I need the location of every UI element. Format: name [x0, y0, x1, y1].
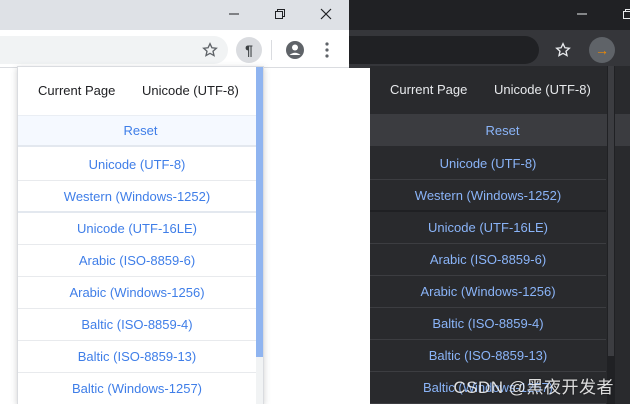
toolbar-divider: [271, 40, 272, 60]
star-icon: [202, 42, 218, 57]
close-window-button[interactable]: [303, 0, 349, 28]
encoding-item[interactable]: Unicode (UTF-8): [370, 148, 606, 180]
encoding-item[interactable]: Arabic (Windows-1256): [370, 276, 606, 308]
minimize-icon: [229, 13, 239, 15]
restore-button[interactable]: [605, 0, 630, 28]
address-bar[interactable]: [0, 36, 228, 64]
title-bar: [0, 0, 349, 30]
restore-button[interactable]: [257, 0, 303, 28]
popup-header: Current Page Unicode (UTF-8): [18, 67, 263, 115]
close-icon: [320, 8, 332, 20]
minimize-button[interactable]: [559, 0, 605, 28]
bookmark-star-button[interactable]: [549, 36, 577, 64]
encoding-item[interactable]: Western (Windows-1252): [370, 180, 606, 212]
encoding-item[interactable]: Arabic (ISO-8859-6): [370, 244, 606, 276]
restore-icon: [275, 9, 285, 19]
restore-icon: [623, 9, 630, 19]
encoding-item[interactable]: Baltic (ISO-8859-13): [18, 341, 256, 373]
popup-scrollbar[interactable]: [607, 66, 615, 404]
more-vert-icon: [325, 42, 329, 58]
minimize-button[interactable]: [211, 0, 257, 28]
title-bar: [349, 0, 630, 30]
encoding-item[interactable]: Baltic (Windows-1257): [18, 373, 256, 404]
dark-theme-browser: → Current Page Unicode (UTF-8) Reset Uni…: [349, 0, 630, 404]
charset-extension-button[interactable]: →: [588, 36, 616, 64]
address-bar[interactable]: [349, 36, 539, 64]
bookmark-star-button[interactable]: [196, 36, 224, 64]
popup-header: Current Page Unicode (UTF-8): [370, 66, 630, 114]
current-encoding-label: Unicode (UTF-8): [494, 82, 591, 97]
watermark-text: CSDN @黑夜开发者: [453, 378, 614, 397]
browser-menu-button[interactable]: [313, 36, 341, 64]
arrow-right-icon: →: [589, 37, 615, 63]
account-icon: [286, 41, 304, 59]
reset-button[interactable]: Reset: [370, 114, 630, 146]
encoding-item[interactable]: Unicode (UTF-16LE): [370, 212, 606, 244]
encoding-item[interactable]: Baltic (ISO-8859-4): [18, 309, 256, 341]
scrollbar-thumb[interactable]: [256, 67, 263, 357]
reset-button[interactable]: Reset: [18, 115, 263, 147]
pilcrow-icon: ¶: [236, 37, 262, 63]
encoding-item[interactable]: Unicode (UTF-16LE): [18, 213, 256, 245]
charset-popup: Current Page Unicode (UTF-8) Reset Unico…: [17, 66, 264, 404]
popup-scrollbar[interactable]: [256, 67, 263, 404]
current-encoding-label: Unicode (UTF-8): [142, 83, 239, 98]
encoding-item[interactable]: Arabic (ISO-8859-6): [18, 245, 256, 277]
current-page-label: Current Page: [38, 83, 116, 98]
encoding-item[interactable]: Western (Windows-1252): [18, 181, 256, 213]
light-theme-browser: ¶ Current Page Unicode (UTF-8) Reset Uni…: [0, 0, 349, 404]
encoding-item[interactable]: Baltic (ISO-8859-4): [370, 308, 606, 340]
encoding-list: Unicode (UTF-8) Western (Windows-1252) U…: [370, 148, 630, 404]
scrollbar-thumb[interactable]: [608, 66, 614, 356]
star-icon: [555, 42, 571, 57]
encoding-list: Unicode (UTF-8) Western (Windows-1252) U…: [18, 149, 263, 404]
encoding-item[interactable]: Unicode (UTF-8): [18, 149, 256, 181]
encoding-item[interactable]: Arabic (Windows-1256): [18, 277, 256, 309]
current-page-label: Current Page: [390, 82, 468, 97]
charset-popup: Current Page Unicode (UTF-8) Reset Unico…: [370, 66, 630, 404]
encoding-item[interactable]: Baltic (ISO-8859-13): [370, 340, 606, 372]
charset-extension-button[interactable]: ¶: [235, 36, 263, 64]
minimize-icon: [577, 13, 587, 15]
profile-button[interactable]: [281, 36, 309, 64]
